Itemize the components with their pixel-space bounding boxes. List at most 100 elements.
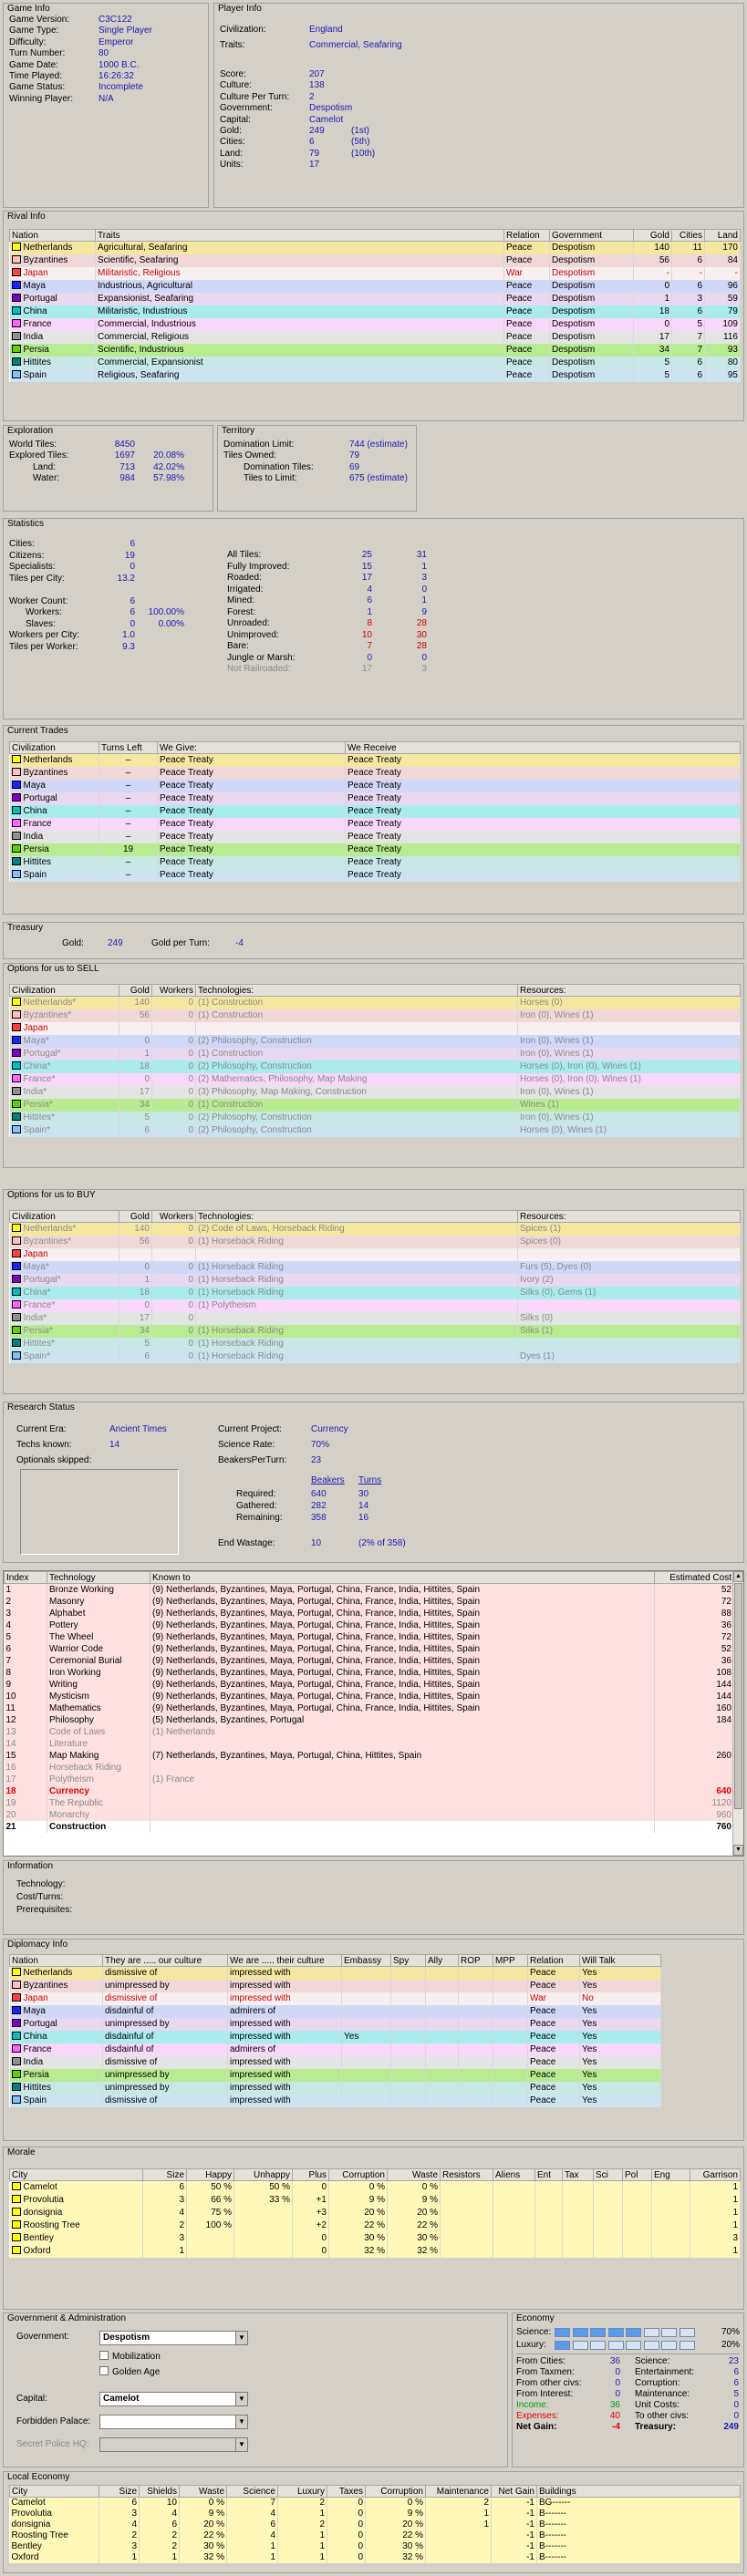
table-row[interactable]: Byzantines Scientific, Seafaring Peace Desp… — [9, 254, 741, 267]
table-row[interactable]: Hittites – Peace Treaty Peace Treaty — [9, 856, 741, 869]
table-row[interactable]: Provolutia 3 4 9 % 4 1 0 9 % 1 -1 B------- — [9, 2509, 741, 2519]
tech-row[interactable]: 10 Mysticism (9) Netherlands, Byzantines, … — [4, 1691, 734, 1702]
column-header[interactable]: Ally — [425, 1954, 459, 1967]
table-row[interactable]: Byzantines – Peace Treaty Peace Treaty — [9, 767, 741, 780]
column-header[interactable]: Embassy — [341, 1954, 391, 1967]
table-row[interactable]: Japan — [9, 1248, 741, 1261]
column-header[interactable]: Shields — [139, 2485, 180, 2498]
column-header[interactable]: Estimated Cost — [654, 1571, 734, 1584]
slider-segment[interactable] — [555, 2341, 570, 2350]
column-header[interactable]: Maintenance — [425, 2485, 492, 2498]
tech-row[interactable]: 7 Ceremonial Burial (9) Netherlands, Byzan… — [4, 1655, 734, 1667]
table-row[interactable]: Portugal* 1 0 (1) Horseback Riding Ivory (2) — [9, 1274, 741, 1287]
capital-select[interactable]: Camelot ▼ — [99, 2392, 248, 2406]
column-header[interactable]: Land — [704, 229, 741, 242]
column-header[interactable]: Cities — [671, 229, 705, 242]
table-row[interactable]: Maya Industrious, Agricultural Peace Despot… — [9, 280, 741, 293]
table-row[interactable]: India* 17 0 Silks (0) — [9, 1312, 741, 1325]
column-header[interactable]: Technologies: — [195, 1210, 518, 1223]
table-row[interactable]: Byzantines* 56 0 (1) Horseback Riding Spices… — [9, 1236, 741, 1248]
column-header[interactable]: Technology — [47, 1571, 150, 1584]
slider-segment[interactable] — [607, 2328, 624, 2337]
column-header[interactable]: Government — [549, 229, 634, 242]
slider-segment[interactable] — [626, 2341, 641, 2350]
table-row[interactable]: Portugal – Peace Treaty Peace Treaty — [9, 792, 741, 805]
luxury-slider[interactable] — [555, 2341, 697, 2350]
column-header[interactable]: Civilization — [9, 741, 99, 754]
table-row[interactable]: Byzantines unimpressed by impressed with Pe… — [9, 1980, 661, 1992]
column-header[interactable]: Spy — [390, 1954, 426, 1967]
column-header[interactable]: Size — [99, 2485, 140, 2498]
table-row[interactable]: Oxford 1 0 32 % 32 % 1 — [9, 2245, 741, 2258]
slider-segment[interactable] — [661, 2328, 677, 2337]
table-row[interactable]: India – Peace Treaty Peace Treaty — [9, 831, 741, 843]
column-header[interactable]: Relation — [527, 1954, 580, 1967]
column-header[interactable]: City — [9, 2485, 99, 2498]
tech-row[interactable]: 17 Polytheism (1) France — [4, 1774, 734, 1785]
column-header[interactable]: Gold — [633, 229, 672, 242]
table-row[interactable]: Roosting Tree 2 2 22 % 4 1 0 22 % -1 B------- — [9, 2530, 741, 2541]
table-row[interactable]: China – Peace Treaty Peace Treaty — [9, 805, 741, 818]
column-header[interactable]: Unhappy — [233, 2168, 293, 2181]
table-row[interactable]: Oxford 1 1 32 % 1 1 0 32 % -1 B------- — [9, 2552, 741, 2563]
slider-segment[interactable] — [555, 2328, 570, 2337]
column-header[interactable]: ROP — [458, 1954, 493, 1967]
table-row[interactable]: Portugal Expansionist, Seafaring Peace Desp… — [9, 293, 741, 305]
column-header[interactable]: Science — [226, 2485, 278, 2498]
slider-segment[interactable] — [679, 2341, 695, 2350]
table-row[interactable]: Japan dismissive of impressed with War No — [9, 1992, 661, 2005]
slider-segment[interactable] — [572, 2328, 588, 2337]
table-row[interactable]: Camelot 6 10 0 % 7 2 0 0 % 2 -1 BG------ — [9, 2497, 741, 2509]
table-row[interactable]: Roosting Tree 2 100 % +2 22 % 22 % 1 — [9, 2219, 741, 2232]
table-row[interactable]: Netherlands* 140 0 (1) Construction Horses (… — [9, 996, 741, 1009]
tech-row[interactable]: 3 Alphabet (9) Netherlands, Byzantines, Ma… — [4, 1608, 734, 1619]
table-row[interactable]: Maya* 0 0 (1) Horseback Riding Furs (5), Dye… — [9, 1261, 741, 1274]
table-row[interactable]: China* 18 0 (1) Horseback Riding Silks (0), … — [9, 1287, 741, 1299]
column-header[interactable]: Technologies: — [195, 984, 518, 997]
table-row[interactable]: Byzantines* 56 0 (1) Construction Iron (0), … — [9, 1009, 741, 1022]
column-header[interactable]: Happy — [186, 2168, 234, 2181]
table-row[interactable]: China disdainful of impressed with Yes Peace… — [9, 2031, 661, 2043]
table-row[interactable]: China* 18 0 (2) Philosophy, Construction Hor… — [9, 1060, 741, 1073]
column-header[interactable]: Luxury — [277, 2485, 327, 2498]
column-header[interactable]: Civilization — [9, 984, 119, 997]
table-row[interactable]: Bentley 3 2 30 % 1 1 0 30 % -1 B------- — [9, 2541, 741, 2552]
tech-row[interactable]: 13 Code of Laws (1) Netherlands — [4, 1726, 734, 1738]
slider-segment[interactable] — [661, 2341, 677, 2350]
slider-segment[interactable] — [590, 2328, 606, 2337]
column-header[interactable]: Sci — [593, 2168, 623, 2181]
table-row[interactable]: France* 0 0 (2) Mathematics, Philosophy, Ma… — [9, 1073, 741, 1086]
column-header[interactable]: We are ..... their culture — [227, 1954, 342, 1967]
tech-row[interactable]: 2 Masonry (9) Netherlands, Byzantines, May… — [4, 1596, 734, 1608]
table-row[interactable]: India* 17 0 (3) Philosophy, Map Making, Con… — [9, 1086, 741, 1099]
table-row[interactable]: Maya disdainful of admirers of Peace Yes — [9, 2005, 661, 2018]
table-row[interactable]: Hittites unimpressed by impressed with Peac… — [9, 2082, 661, 2095]
table-row[interactable]: Hittites* 5 0 (1) Horseback Riding — [9, 1338, 741, 1350]
table-row[interactable]: Maya – Peace Treaty Peace Treaty — [9, 780, 741, 792]
column-header[interactable]: They are ..... our culture — [102, 1954, 228, 1967]
table-row[interactable]: France* 0 0 (1) Polytheism — [9, 1299, 741, 1312]
tech-row[interactable]: 8 Iron Working (9) Netherlands, Byzantines… — [4, 1667, 734, 1679]
column-header[interactable]: Pol — [622, 2168, 652, 2181]
column-header[interactable]: Workers — [151, 984, 196, 997]
column-header[interactable]: Garrison — [690, 2168, 741, 2181]
column-header[interactable]: Known to — [150, 1571, 655, 1584]
column-header[interactable]: Nation — [9, 1954, 103, 1967]
table-row[interactable]: donsignia 4 6 20 % 6 2 0 20 % 1 -1 B------- — [9, 2519, 741, 2530]
table-row[interactable]: Persia unimpressed by impressed with Peace Y… — [9, 2069, 661, 2082]
column-header[interactable]: Buildings — [536, 2485, 741, 2498]
table-row[interactable]: Spain* 6 0 (1) Horseback Riding Dyes (1) — [9, 1350, 741, 1363]
column-header[interactable]: Resistors — [440, 2168, 493, 2181]
tech-row[interactable]: 15 Map Making (7) Netherlands, Byzantines,… — [4, 1750, 734, 1762]
tech-row[interactable]: 21 Construction 760 — [4, 1821, 734, 1833]
column-header[interactable]: Size — [142, 2168, 187, 2181]
table-row[interactable]: Japan Militaristic, Religious War Despotism… — [9, 267, 741, 280]
slider-segment[interactable] — [572, 2341, 588, 2350]
column-header[interactable]: Corruption — [365, 2485, 426, 2498]
column-header[interactable]: Ent — [534, 2168, 563, 2181]
column-header[interactable]: Index — [4, 1571, 47, 1584]
column-header[interactable]: We Receive — [345, 741, 741, 754]
column-header[interactable]: Turns Left — [99, 741, 158, 754]
column-header[interactable]: Tax — [562, 2168, 594, 2181]
column-header[interactable]: Eng — [651, 2168, 690, 2181]
